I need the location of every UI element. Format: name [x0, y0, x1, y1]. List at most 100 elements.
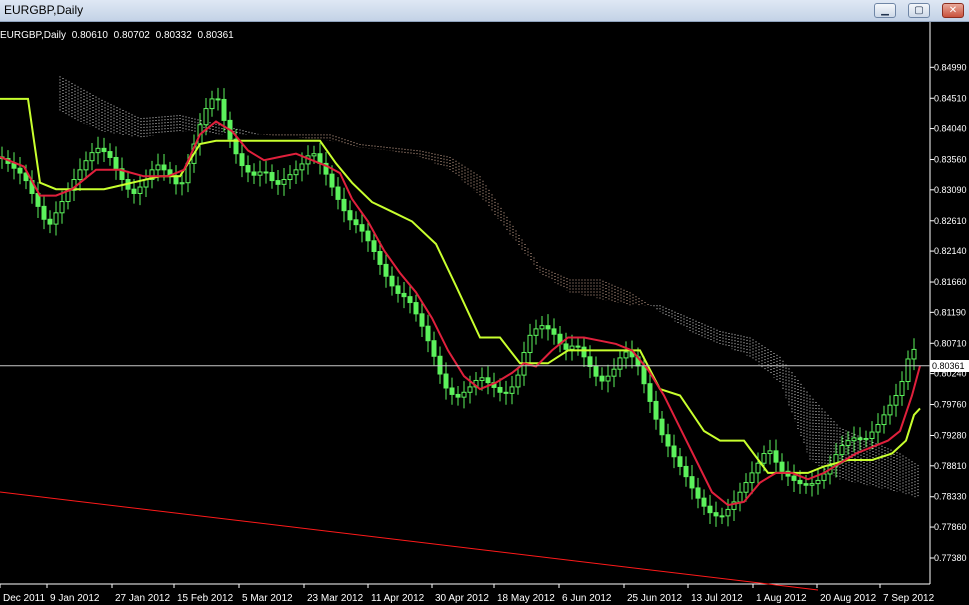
kijun-sen-line — [0, 97, 921, 474]
candle-body — [851, 437, 857, 442]
candle-body — [767, 450, 773, 455]
candle-body — [713, 512, 719, 517]
y-tick-label: 0.77380 — [934, 553, 967, 563]
candle-body — [773, 450, 779, 463]
candle-body — [425, 325, 431, 342]
candle-body — [377, 251, 383, 265]
candle-body — [911, 348, 917, 360]
candle-body — [671, 445, 677, 458]
candle-body — [275, 180, 281, 185]
candle-body — [605, 375, 611, 382]
x-tick-label: 1 Aug 2012 — [756, 593, 807, 604]
candle-body — [359, 224, 365, 232]
trend-line — [0, 491, 819, 591]
y-tick-label: 0.84040 — [934, 124, 967, 134]
candle-body — [533, 328, 539, 336]
candle-body — [581, 346, 587, 358]
candle-body — [509, 386, 515, 394]
candle-body — [221, 98, 227, 121]
candle-body — [869, 431, 875, 439]
candle-body — [209, 98, 215, 110]
y-tick-label: 0.82610 — [934, 216, 967, 226]
candle-body — [41, 205, 47, 220]
candle-body — [461, 391, 467, 398]
y-tick-label: 0.81660 — [934, 277, 967, 287]
candle-body — [293, 169, 299, 176]
x-tick-label: 13 Jul 2012 — [691, 593, 743, 604]
candle-body — [821, 473, 827, 481]
x-tick-label: 27 Jan 2012 — [115, 593, 170, 604]
x-tick-label: 11 Apr 2012 — [371, 593, 425, 604]
candle-body — [875, 424, 881, 433]
window-titlebar[interactable]: EURGBP,Daily ▁ ▢ ✕ — [0, 0, 969, 22]
y-tick-label: 0.79760 — [934, 400, 967, 410]
chart-area[interactable]: 0.84990 0.84510 0.84040 0.83560 0.83090 0.826… — [0, 22, 969, 605]
candle-body — [311, 153, 317, 157]
candle-body — [725, 508, 731, 517]
candle-body — [707, 505, 713, 514]
candle-body — [905, 358, 911, 383]
candle-body — [599, 375, 605, 382]
y-tick-label: 0.78330 — [934, 492, 967, 502]
current-price-label: 0.80361 — [930, 359, 969, 372]
candle-body — [659, 418, 665, 436]
candle-body — [383, 263, 389, 277]
candle-body — [653, 400, 659, 420]
y-tick-label: 0.79280 — [934, 430, 967, 440]
window-title: EURGBP,Daily — [4, 3, 84, 17]
x-tick-label: 15 Feb 2012 — [177, 593, 234, 604]
candle-body — [365, 230, 371, 242]
candle-body — [59, 201, 65, 214]
candle-body — [161, 164, 167, 171]
ohlc-close: 0.80361 — [197, 30, 234, 41]
candle-body — [641, 365, 647, 385]
candle-body — [431, 340, 437, 357]
maximize-button[interactable]: ▢ — [908, 3, 930, 18]
candle-body — [899, 381, 905, 397]
candle-body — [809, 483, 815, 486]
candle-body — [17, 167, 23, 174]
candle-body — [419, 313, 425, 327]
x-tick-label: 30 Apr 2012 — [435, 593, 489, 604]
candle-body — [269, 172, 275, 182]
candle-body — [407, 296, 413, 304]
x-tick-label: 18 May 2012 — [497, 593, 555, 604]
candle-body — [287, 174, 293, 181]
candle-body — [449, 387, 455, 395]
candle-body — [893, 395, 899, 406]
candle-body — [389, 275, 395, 287]
candle-body — [593, 365, 599, 377]
minimize-button[interactable]: ▁ — [874, 3, 896, 18]
x-tick-label: 6 Jun 2012 — [562, 593, 612, 604]
candle-body — [455, 393, 461, 398]
candle-body — [575, 345, 581, 348]
ohlc-open: 0.80610 — [71, 30, 108, 41]
x-tick-label: 25 Jun 2012 — [627, 593, 682, 604]
y-tick-label: 0.84990 — [934, 62, 967, 72]
candle-body — [815, 479, 821, 485]
ohlc-low: 0.80332 — [155, 30, 192, 41]
x-tick-label: 20 Aug 2012 — [820, 593, 877, 604]
candle-body — [395, 285, 401, 294]
candle-body — [665, 434, 671, 447]
close-button[interactable]: ✕ — [942, 3, 964, 18]
candle-body — [107, 151, 113, 158]
candle-body — [755, 462, 761, 474]
candle-body — [485, 377, 491, 384]
y-tick-label: 0.81190 — [934, 307, 966, 317]
candle-body — [155, 164, 161, 171]
candle-body — [863, 437, 869, 441]
y-tick-label: 0.83090 — [934, 185, 967, 195]
candle-body — [371, 240, 377, 253]
candle-body — [647, 383, 653, 402]
candle-body — [779, 461, 785, 472]
x-tick-label: 9 Jan 2012 — [50, 593, 100, 604]
candle-body — [539, 325, 545, 330]
price-chart[interactable]: 0.84990 0.84510 0.84040 0.83560 0.83090 0.826… — [0, 22, 969, 605]
candle-body — [737, 491, 743, 503]
candle-body — [89, 152, 95, 162]
candle-body — [137, 186, 143, 194]
candle-body — [101, 147, 107, 153]
candle-body — [245, 165, 251, 173]
candle-body — [617, 357, 623, 370]
